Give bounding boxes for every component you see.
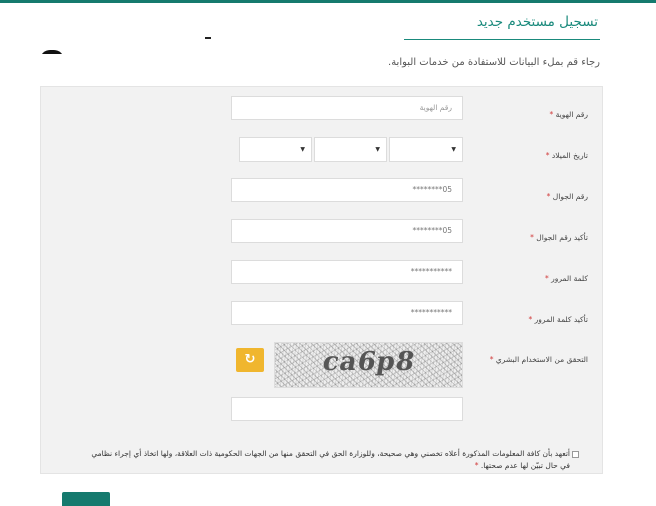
mobile-confirm-label: تأكيد رقم الجوال * xyxy=(530,233,588,242)
agreement-checkbox[interactable] xyxy=(572,451,579,458)
dob-day-select[interactable]: ▼ xyxy=(239,137,312,162)
chevron-down-icon: ▼ xyxy=(300,146,305,153)
title-underline xyxy=(404,39,600,40)
page-subtitle: رجاء قم بملء البيانات للاستفادة من خدمات… xyxy=(388,57,600,68)
agreement-text: أتعهد بأن كافة المعلومات المذكورة أعلاه … xyxy=(91,449,570,470)
top-brand-bar xyxy=(0,0,656,3)
page-title: تسجيل مستخدم جديد xyxy=(476,14,598,30)
mobile-input[interactable]: 05******** xyxy=(231,178,463,202)
dob-label: تاريخ الميلاد * xyxy=(545,151,588,160)
password-label: كلمة المرور * xyxy=(544,274,588,283)
chevron-down-icon: ▼ xyxy=(451,146,456,153)
chevron-down-icon: ▼ xyxy=(375,146,380,153)
captcha-text: ca6p8 xyxy=(320,347,418,377)
decorative-mark xyxy=(205,37,211,39)
refresh-icon: ↻ xyxy=(244,352,256,367)
redacted-area xyxy=(114,5,404,37)
password-confirm-input[interactable]: *********** xyxy=(231,301,463,325)
password-confirm-label: تأكيد كلمة المرور * xyxy=(528,315,588,324)
captcha-image: ca6p8 xyxy=(274,342,463,388)
captcha-refresh-button[interactable]: ↻ xyxy=(236,348,264,372)
password-input[interactable]: *********** xyxy=(231,260,463,284)
id-label: رقم الهوية * xyxy=(549,110,588,119)
captcha-label: التحقق من الاستخدام البشري * xyxy=(489,355,588,364)
id-input[interactable]: رقم الهوية xyxy=(231,96,463,120)
dob-month-select[interactable]: ▼ xyxy=(314,137,387,162)
mobile-label: رقم الجوال * xyxy=(546,192,588,201)
mobile-confirm-input[interactable]: 05******** xyxy=(231,219,463,243)
captcha-input[interactable] xyxy=(231,397,463,421)
dob-year-select[interactable]: ▼ xyxy=(389,137,463,162)
submit-button[interactable] xyxy=(62,492,110,506)
